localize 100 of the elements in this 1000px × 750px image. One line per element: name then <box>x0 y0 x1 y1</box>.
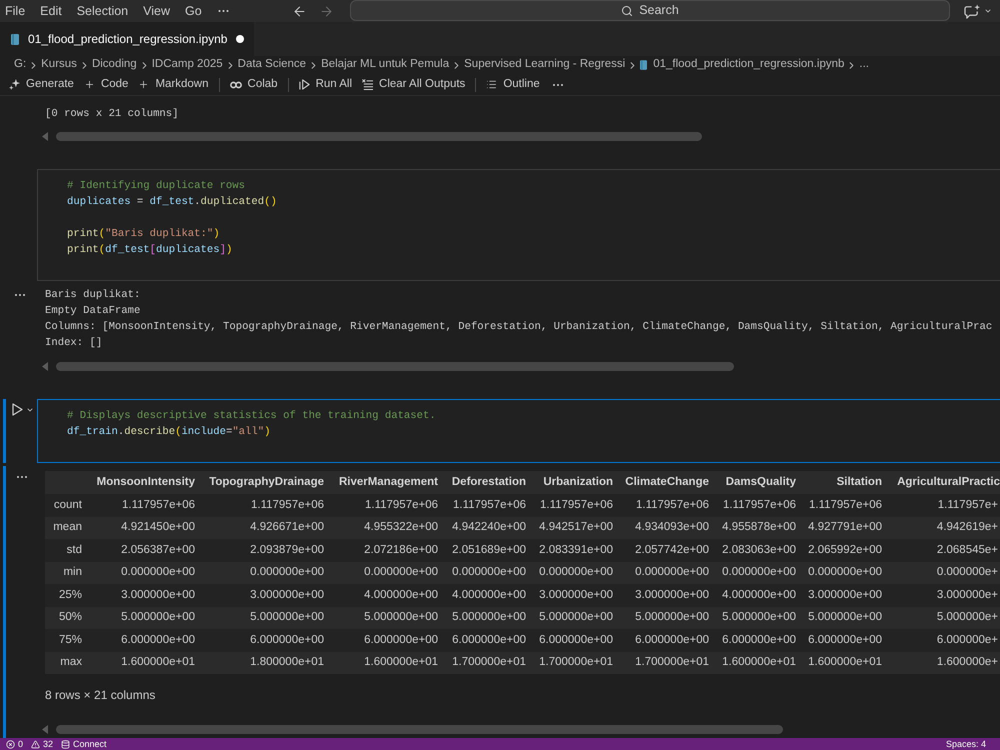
status-bar-item[interactable]: Spaces: 4 <box>942 738 990 750</box>
table-cell: 2.072186e+00 <box>329 539 443 562</box>
table-cell: 5.000000e+00 <box>200 606 329 629</box>
editor-tab[interactable]: 01_flood_prediction_regression.ipynb <box>0 22 254 56</box>
table-cell: 5.000000e+00 <box>443 606 531 629</box>
table-cell: 6.000000e+00 <box>443 629 531 652</box>
output-text: Baris duplikat: <box>45 288 140 303</box>
plus-icon <box>138 79 150 90</box>
column-header: MonsoonIntensity <box>88 471 200 494</box>
table-cell: 1.117957e+06 <box>88 494 200 516</box>
table-cell: 1.800000e+01 <box>200 652 329 674</box>
menu-item[interactable]: View <box>138 2 176 20</box>
column-header: TopographyDrainage <box>200 471 329 494</box>
column-header: RiverManagement <box>329 471 443 494</box>
toolbar-button[interactable]: Clear All Outputs <box>357 74 470 94</box>
breadcrumb-item[interactable]: Supervised Learning - Regressi <box>464 56 626 74</box>
status-bar-item[interactable]: Connect <box>57 738 111 750</box>
breadcrumb-item[interactable]: IDCamp 2025 <box>152 56 223 74</box>
table-cell: 1.117957e+06 <box>200 494 329 516</box>
table-cell: 0.000000e+00 <box>801 562 887 584</box>
column-header: DamsQuality <box>714 471 801 494</box>
scroll-left-arrow-icon[interactable] <box>42 362 48 370</box>
search-field[interactable]: Search <box>350 0 950 21</box>
toolbar-button[interactable]: Generate <box>4 74 79 94</box>
notebook-file-icon <box>11 34 19 44</box>
breadcrumb-item[interactable]: Belajar ML untuk Pemula <box>321 56 450 74</box>
code-line: df_train.describe(include="all") <box>67 425 270 440</box>
breadcrumb-item[interactable]: G: <box>14 56 26 74</box>
toolbar-button[interactable]: Markdown <box>133 74 214 94</box>
breadcrumb-item[interactable]: Dicoding <box>92 56 137 74</box>
table-cell: 6.000000e+ <box>887 629 1000 652</box>
table-cell: 6.000000e+00 <box>531 629 618 652</box>
scroll-left-arrow-icon[interactable] <box>42 724 48 734</box>
table-cell: 1.700000e+01 <box>443 652 531 674</box>
scrollbar-thumb[interactable] <box>56 362 734 370</box>
dot-icon[interactable] <box>236 35 244 43</box>
table-cell: 6.000000e+00 <box>200 629 329 652</box>
table-cell: 2.093879e+00 <box>200 539 329 562</box>
table-cell: 6.000000e+00 <box>329 629 443 652</box>
table-cell: 2.056387e+00 <box>88 539 200 562</box>
bar-play-icon <box>298 79 310 90</box>
chevron-down-icon[interactable] <box>984 7 992 15</box>
menu-item[interactable]: File <box>0 2 30 20</box>
menu-item[interactable]: Edit <box>35 2 67 20</box>
column-header: Deforestation <box>443 471 531 494</box>
toolbar-button[interactable]: Code <box>78 74 134 94</box>
error-icon <box>6 740 15 748</box>
code-cell[interactable]: # Displays descriptive statistics of the training dataset. df_train.describe(include="all") <box>37 399 1000 463</box>
table-cell: 4.926671e+00 <box>200 516 329 539</box>
table-cell: 5.000000e+ <box>887 606 1000 629</box>
table-cell: 0.000000e+00 <box>443 562 531 584</box>
cell-focus-bar <box>3 399 6 463</box>
row-header: count <box>45 494 88 516</box>
column-header: ClimateChange <box>618 471 714 494</box>
chat-sparkle-icon[interactable] <box>964 4 981 18</box>
notebook-file-icon <box>640 60 648 70</box>
menu-item[interactable]: Selection <box>72 2 134 20</box>
table-cell: 1.117957e+06 <box>329 494 443 516</box>
row-header: min <box>45 562 88 584</box>
table-cell: 5.000000e+00 <box>329 606 443 629</box>
breadcrumb-item[interactable]: Kursus <box>41 56 77 74</box>
table-cell: 3.000000e+00 <box>88 584 200 606</box>
table-cell: 4.942240e+00 <box>443 516 531 539</box>
code-line: duplicates = df_test.duplicated() <box>67 195 277 210</box>
chevron-down-icon[interactable] <box>26 406 34 414</box>
table-cell: 2.068545e+ <box>887 539 1000 562</box>
toolbar-button[interactable]: Run All <box>294 74 358 94</box>
table-cell: 1.117957e+ <box>887 494 1000 516</box>
output-text: [0 rows x 21 columns] <box>45 107 179 122</box>
toolbar-button[interactable]: Colab <box>224 74 283 94</box>
breadcrumb-item[interactable]: 01_flood_prediction_regression.ipynb <box>653 56 844 74</box>
table-cell: 5.000000e+00 <box>714 606 801 629</box>
code-cell[interactable]: # Identifying duplicate rows duplicates = df_test.duplicated() print("Baris duplikat:") print(df_test[duplicates]) <box>37 169 1000 281</box>
breadcrumb-item[interactable]: ... <box>859 56 869 74</box>
table-cell: 2.051689e+00 <box>443 539 531 562</box>
table-cell: 1.117957e+06 <box>443 494 531 516</box>
status-bar-item[interactable]: 0 <box>2 738 28 750</box>
table-cell: 3.000000e+ <box>887 584 1000 606</box>
table-cell: 3.000000e+00 <box>200 584 329 606</box>
breadcrumb-item[interactable]: Data Science <box>238 56 306 74</box>
row-header: 75% <box>45 629 88 652</box>
row-header: 50% <box>45 606 88 629</box>
status-bar-item[interactable]: 32 <box>27 738 58 750</box>
menu-item[interactable]: Go <box>180 2 207 20</box>
warning-icon <box>31 740 40 748</box>
table-cell: 4.000000e+00 <box>714 584 801 606</box>
toolbar-button[interactable]: Outline <box>481 74 545 94</box>
scrollbar-thumb[interactable] <box>56 132 702 140</box>
scrollbar-thumb[interactable] <box>56 724 783 734</box>
scroll-left-arrow-icon[interactable] <box>42 132 48 140</box>
table-cell: 1.600000e+01 <box>88 652 200 674</box>
infinity-icon <box>230 80 242 88</box>
sparkle-icon <box>9 79 20 90</box>
table-cell: 0.000000e+00 <box>531 562 618 584</box>
table-cell: 4.955878e+00 <box>714 516 801 539</box>
code-line: # Displays descriptive statistics of the training dataset. <box>67 409 436 424</box>
play-icon[interactable] <box>12 403 23 416</box>
table-cell: 1.600000e+01 <box>714 652 801 674</box>
table-cell: 5.000000e+00 <box>531 606 618 629</box>
row-header: max <box>45 652 88 674</box>
